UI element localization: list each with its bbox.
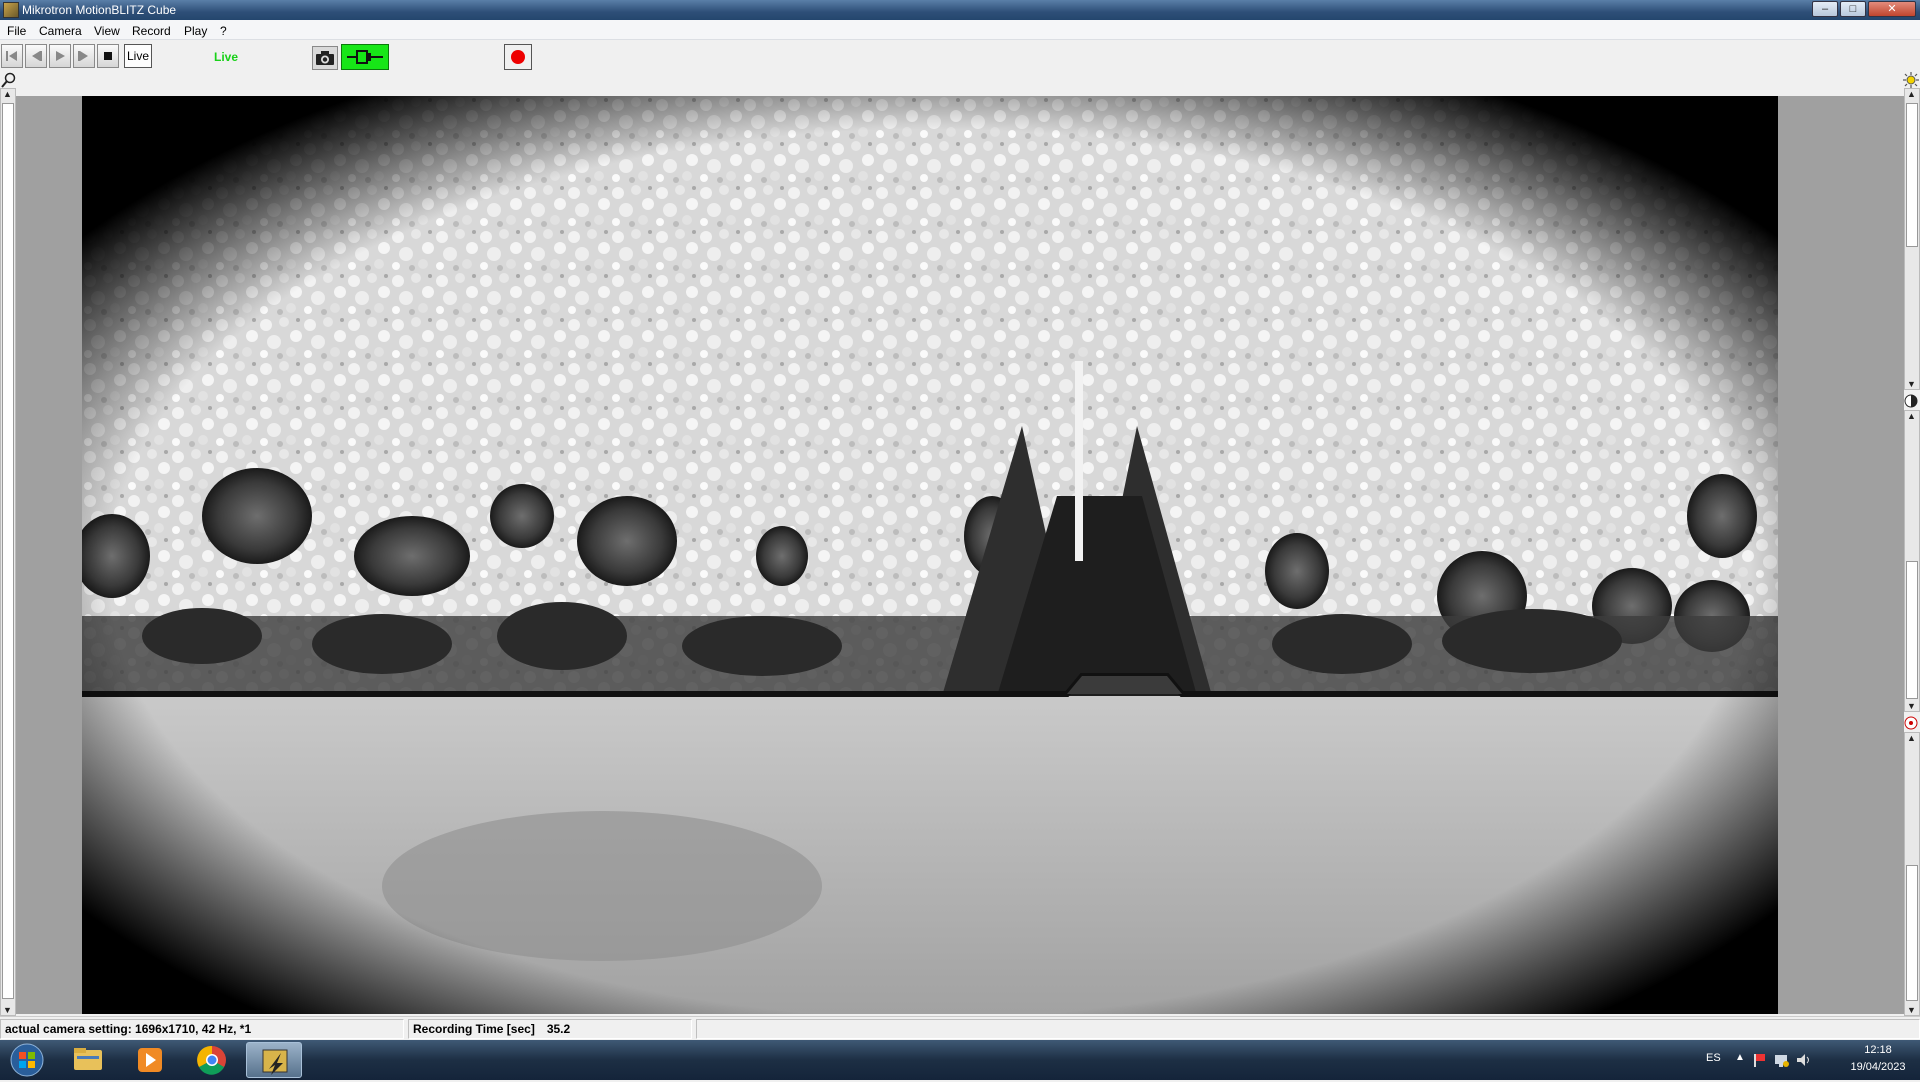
step-back-icon <box>32 51 42 61</box>
menu-camera[interactable]: Camera <box>39 24 82 38</box>
record-icon <box>511 50 525 64</box>
start-button[interactable] <box>4 1041 50 1079</box>
show-hidden-icons-icon[interactable]: ▲ <box>1735 1052 1745 1063</box>
chrome-icon <box>197 1045 226 1075</box>
menu-play[interactable]: Play <box>184 24 207 38</box>
stop-icon <box>104 52 112 60</box>
scroll-up-arrow-icon[interactable]: ▲ <box>3 89 12 99</box>
action-center-flag-icon[interactable] <box>1752 1052 1768 1068</box>
step-forward-icon <box>78 51 88 61</box>
windows-start-icon <box>10 1043 44 1077</box>
contrast-icon[interactable] <box>1904 394 1918 408</box>
taskbar-chrome[interactable] <box>184 1042 240 1078</box>
maximize-button[interactable]: □ <box>1840 1 1866 17</box>
brightness-slider-thumb[interactable] <box>1906 103 1918 247</box>
gamma-slider[interactable]: ▲ ▼ <box>1904 732 1920 1016</box>
window-title: Mikrotron MotionBLITZ Cube <box>22 3 177 17</box>
motionblitz-app-icon <box>262 1049 288 1075</box>
brightness-slider[interactable]: ▲ ▼ <box>1904 88 1920 390</box>
zoom-slider-thumb[interactable] <box>2 103 14 999</box>
title-bar: Mikrotron MotionBLITZ Cube – □ ✕ <box>0 0 1920 20</box>
scroll-up-arrow-icon[interactable]: ▲ <box>1907 411 1916 421</box>
skip-start-icon <box>6 51 17 61</box>
status-panel-empty <box>696 1019 1920 1039</box>
menu-view[interactable]: View <box>94 24 120 38</box>
live-status-label: Live <box>214 50 239 64</box>
recording-time-panel: Recording Time [sec] 35.2 <box>408 1019 692 1039</box>
camera-live-image <box>82 96 1778 1014</box>
stop-button[interactable] <box>97 44 119 68</box>
recording-time-value: 35.2 <box>546 1022 571 1036</box>
status-bar: actual camera setting: 1696x1710, 42 Hz,… <box>0 1016 1920 1040</box>
clock-date[interactable]: 19/04/2023 <box>1840 1061 1916 1073</box>
taskbar-motionblitz[interactable] <box>246 1042 302 1078</box>
scroll-down-arrow-icon[interactable]: ▼ <box>3 1005 12 1015</box>
minimize-button[interactable]: – <box>1812 1 1838 17</box>
step-back-button[interactable] <box>25 44 47 68</box>
snapshot-button[interactable] <box>312 46 338 70</box>
camera-icon <box>316 51 334 65</box>
menu-bar: File Camera View Record Play ? <box>0 20 1920 40</box>
network-icon[interactable] <box>1774 1052 1790 1068</box>
trigger-plug-icon <box>347 50 383 64</box>
scroll-down-arrow-icon[interactable]: ▼ <box>1907 379 1916 389</box>
volume-icon[interactable] <box>1796 1052 1812 1068</box>
live-button[interactable]: Live <box>124 44 152 68</box>
record-button[interactable] <box>504 44 532 70</box>
menu-record[interactable]: Record <box>132 24 171 38</box>
live-frame-image <box>82 96 1778 1014</box>
taskbar: ES ▲ 12:18 19/04/2023 <box>0 1040 1920 1080</box>
recording-time-label: Recording Time [sec] <box>413 1022 535 1036</box>
scroll-up-arrow-icon[interactable]: ▲ <box>1907 733 1916 743</box>
gamma-slider-thumb[interactable] <box>1906 865 1918 1001</box>
brightness-icon[interactable] <box>1903 72 1919 88</box>
camera-setting-status: actual camera setting: 1696x1710, 42 Hz,… <box>0 1019 404 1039</box>
media-player-icon <box>138 1048 162 1072</box>
toolbar: Live Live <box>0 40 1920 72</box>
scroll-down-arrow-icon[interactable]: ▼ <box>1907 701 1916 711</box>
step-forward-button[interactable] <box>73 44 95 68</box>
menu-help[interactable]: ? <box>220 24 227 38</box>
menu-file[interactable]: File <box>7 24 26 38</box>
contrast-slider-thumb[interactable] <box>1906 561 1918 699</box>
taskbar-media-player[interactable] <box>122 1042 178 1078</box>
close-button[interactable]: ✕ <box>1868 1 1916 17</box>
taskbar-explorer[interactable] <box>60 1042 116 1078</box>
clock-time[interactable]: 12:18 <box>1840 1044 1916 1056</box>
zoom-icon[interactable] <box>1 72 17 88</box>
app-icon <box>3 2 19 18</box>
scroll-up-arrow-icon[interactable]: ▲ <box>1907 89 1916 99</box>
trigger-button[interactable] <box>341 44 389 70</box>
folder-icon <box>74 1048 102 1070</box>
zoom-slider[interactable]: ▲ ▼ <box>0 88 16 1016</box>
play-button[interactable] <box>49 44 71 68</box>
system-tray: ES ▲ 12:18 19/04/2023 <box>1680 1040 1920 1080</box>
play-icon <box>56 51 65 61</box>
skip-to-start-button[interactable] <box>1 44 23 68</box>
color-balance-icon[interactable] <box>1904 716 1918 730</box>
contrast-slider[interactable]: ▲ ▼ <box>1904 410 1920 712</box>
language-indicator[interactable]: ES <box>1706 1052 1721 1064</box>
scroll-down-arrow-icon[interactable]: ▼ <box>1907 1005 1916 1015</box>
